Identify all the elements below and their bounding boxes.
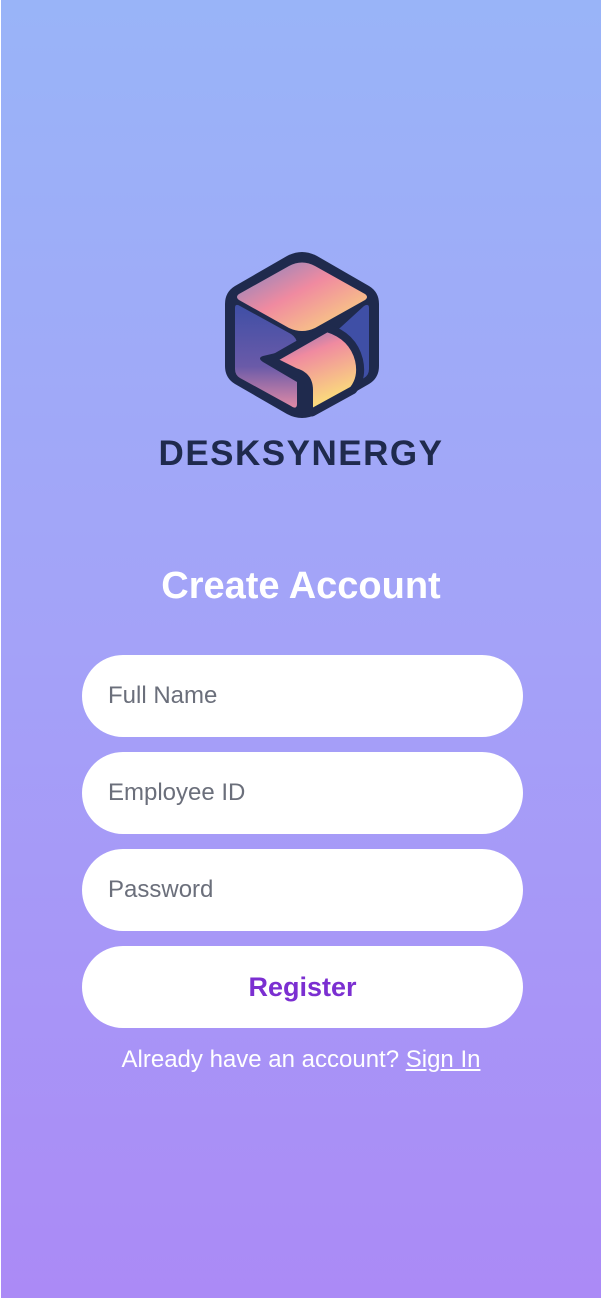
sign-in-link[interactable]: Sign In [406, 1046, 481, 1073]
register-screen: DESKSYNERGY Create Account Register Alre… [1, 0, 601, 1298]
password-input[interactable] [82, 849, 523, 931]
full-name-input[interactable] [82, 655, 523, 737]
brand-name: DESKSYNERGY [158, 434, 444, 473]
cube-logo-icon [219, 248, 385, 424]
employee-id-input[interactable] [82, 752, 523, 834]
page-title: Create Account [161, 565, 441, 607]
sign-in-prompt-text: Already have an account? [121, 1046, 406, 1073]
register-button[interactable]: Register [82, 946, 523, 1028]
sign-in-prompt: Already have an account? Sign In [1, 1044, 601, 1076]
